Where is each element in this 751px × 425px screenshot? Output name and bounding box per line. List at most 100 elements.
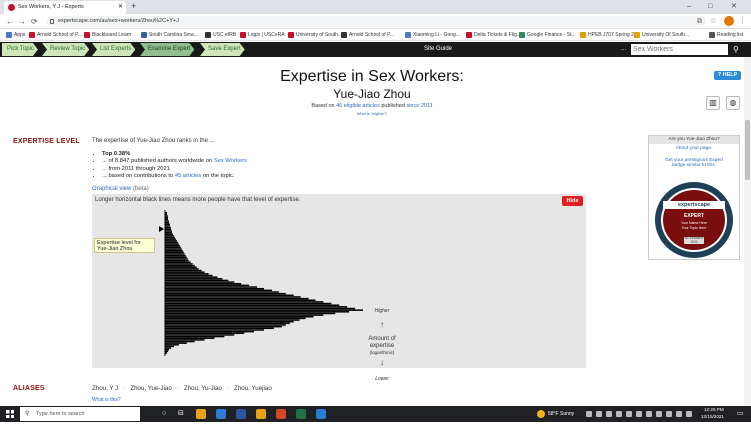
tray-icon[interactable] [606, 411, 612, 417]
page-content: Expertise in Sex Workers: Yue-Jiao Zhou … [0, 57, 744, 406]
down-arrow-icon: ↓ [380, 358, 384, 367]
share-icon[interactable]: ⧉ [697, 16, 702, 27]
url-text: expertscape.com/au/sex+workers/Zhou%2C+Y… [58, 18, 179, 24]
step-save-expert[interactable]: Save Expert [200, 43, 245, 56]
histogram-bar [165, 223, 170, 226]
fact-link[interactable]: Sex Workers [214, 158, 247, 164]
histogram-bar [165, 213, 167, 216]
minimize-button[interactable]: – [687, 0, 691, 13]
windows-start-icon[interactable] [6, 410, 14, 418]
word-icon[interactable] [236, 409, 246, 419]
widgets-icon[interactable]: ⊟ [178, 406, 184, 422]
bookmark-item[interactable]: University Of South... [634, 29, 689, 41]
histogram-bar [165, 342, 187, 344]
menu-dots-icon[interactable]: ⋮ [739, 16, 746, 27]
tray-icon[interactable] [676, 411, 682, 417]
volume-icon[interactable] [686, 411, 692, 417]
teams-icon[interactable] [216, 409, 226, 419]
acrobat-icon[interactable] [276, 409, 286, 419]
bookmark-item[interactable]: South Carolina Sma... [141, 29, 198, 41]
url-field[interactable]: expertscape.com/au/sex+workers/Zhou%2C+Y… [46, 16, 706, 27]
badge-brand: expertscape [663, 201, 725, 209]
tray-icon[interactable] [636, 411, 642, 417]
badge-expert: EXPERT [683, 213, 704, 219]
histogram-bar [165, 266, 197, 268]
maximize-button[interactable]: □ [708, 0, 712, 13]
step-review-topic[interactable]: Review Topic [42, 43, 89, 56]
tray-icon[interactable] [586, 411, 592, 417]
tray-icon[interactable] [656, 411, 662, 417]
what-is-this-link[interactable]: What is this? [92, 397, 121, 403]
tray-icon[interactable] [616, 411, 622, 417]
barcode-icon[interactable]: ▥ [706, 96, 720, 110]
page-scrollbar[interactable] [744, 57, 751, 406]
eligible-articles-link[interactable]: 46 eligible articles [336, 103, 380, 109]
tray-icon[interactable] [596, 411, 602, 417]
higher-label: Higher [374, 308, 390, 314]
histogram-bar [165, 225, 170, 227]
expertise-fact: Top 0.38% [102, 151, 247, 158]
fact-link[interactable]: 45 articles [175, 173, 201, 179]
graphical-view-link[interactable]: Graphical view [92, 186, 131, 192]
taskbar-search[interactable]: ⚲ Type here to search [20, 407, 140, 421]
bookmark-item[interactable]: Arnold School of P... [341, 29, 394, 41]
outlook-icon[interactable] [316, 409, 326, 419]
tray-icon[interactable] [666, 411, 672, 417]
favicon-icon [8, 4, 15, 11]
clock-date[interactable]: 12/15/2021 [701, 409, 724, 425]
expert-name: Yue-Jiao Zhou [333, 87, 411, 101]
chrome-icon[interactable] [196, 409, 206, 419]
close-window-button[interactable]: ✕ [731, 0, 737, 13]
back-icon[interactable]: ← [6, 14, 14, 29]
bookmark-item[interactable]: Reading list [709, 29, 743, 41]
weather-text[interactable]: 58°F Sunny [548, 406, 574, 422]
windows-taskbar: ⚲ Type here to search ○ ⊟ 58°F Sunny 12:… [0, 406, 751, 422]
expert-badge-image[interactable]: expertscape EXPERT Your Name Here Your T… [655, 182, 733, 258]
lower-label: Lower [375, 376, 389, 382]
fact-text: Top 0.38% [102, 151, 131, 157]
site-guide-link[interactable]: Site Guide [424, 42, 452, 57]
excel-icon[interactable] [296, 409, 306, 419]
bookmark-item[interactable]: Blackboard Learn [84, 29, 131, 41]
forward-icon[interactable]: → [18, 14, 26, 29]
file-explorer-icon[interactable] [256, 409, 266, 419]
bookmark-item[interactable]: Apps [6, 29, 25, 41]
histogram-bar [165, 309, 363, 311]
tray-icon[interactable] [646, 411, 652, 417]
new-tab-button[interactable]: + [131, 0, 136, 13]
bookmark-item[interactable]: HPEB J707 Spring 2... [580, 29, 638, 41]
step-examine-expert[interactable]: Examine Expert [140, 43, 194, 56]
what-eligible-link[interactable]: What is "eligible"? [0, 112, 744, 116]
about-page-link[interactable]: About your page. [649, 146, 739, 152]
reload-icon[interactable]: ⟳ [31, 14, 38, 29]
histogram-bar [165, 320, 294, 323]
histogram-bar [165, 291, 279, 293]
bookmark-item[interactable]: Xiaoming Li - Goog... [405, 29, 460, 41]
help-button[interactable]: ? HELP [714, 71, 741, 80]
histogram-bar [165, 344, 179, 346]
lock-icon [50, 19, 54, 24]
notifications-icon[interactable]: ▭ [737, 406, 744, 422]
globe-icon[interactable]: ◍ [726, 96, 740, 110]
bookmark-item[interactable]: Arnold School of P... [29, 29, 82, 41]
bookmark-item[interactable]: University of South... [288, 29, 342, 41]
task-view-icon[interactable]: ○ [162, 406, 166, 422]
bookmark-item[interactable]: USC eIRB [205, 29, 236, 41]
step-pick-topic[interactable]: Pick Topic [2, 43, 38, 56]
expertise-facts: Top 0.38%... of 8,847 published authors … [102, 151, 247, 181]
bookmark-item[interactable]: Google Finance - St... [519, 29, 576, 41]
bookmark-item[interactable]: Login | USCeRA [240, 29, 285, 41]
browser-tab[interactable]: Sex Workers, Y J - Experts ✕ [4, 1, 126, 14]
get-badge-link[interactable]: Get your prestigious Expert badge simila… [649, 158, 739, 169]
bookmark-star-icon[interactable]: ☆ [710, 16, 716, 27]
step-list-experts[interactable]: List Experts [92, 43, 135, 56]
since-link[interactable]: since 2011 [406, 103, 432, 109]
topic-search-input[interactable] [631, 44, 728, 55]
histogram-bar [165, 289, 272, 292]
scrollbar-thumb[interactable] [745, 120, 750, 180]
magnifier-icon[interactable]: ⚲ [733, 43, 739, 56]
profile-avatar[interactable] [724, 16, 734, 26]
bookmark-item[interactable]: Delta Tickets & Flig... [466, 29, 521, 41]
tray-icon[interactable] [626, 411, 632, 417]
close-tab-icon[interactable]: ✕ [118, 1, 123, 14]
